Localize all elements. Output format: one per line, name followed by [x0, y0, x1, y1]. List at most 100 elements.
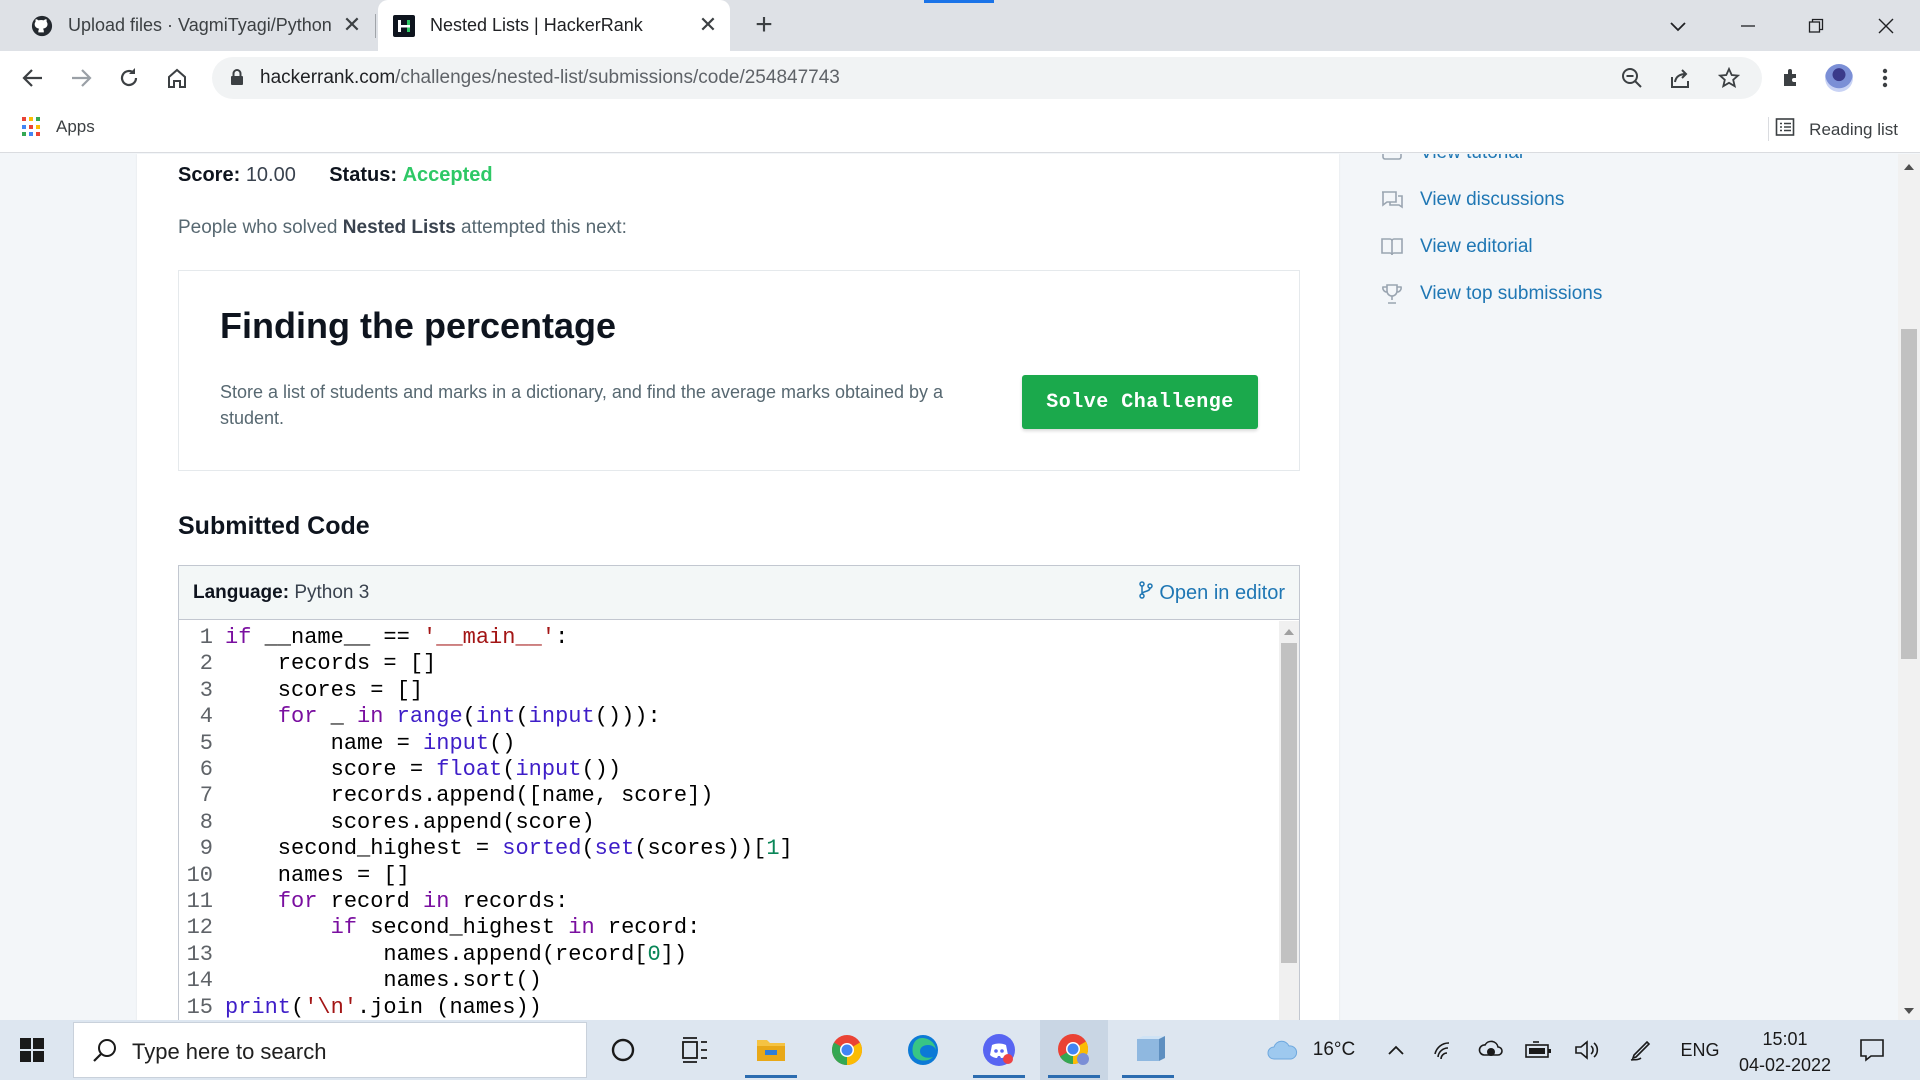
weather-temperature[interactable]: 16°C	[1306, 1020, 1362, 1080]
challenge-title[interactable]: Finding the percentage	[220, 305, 616, 347]
code-text: scores.append(score)	[225, 809, 595, 835]
code-text: name = input()	[225, 730, 516, 756]
taskbar-search-input[interactable]: Type here to search	[73, 1022, 587, 1078]
tab-accent-line	[924, 0, 994, 3]
active-app-indicator	[745, 1075, 797, 1078]
sidebar-link-tutorial[interactable]: View tutorial	[1380, 154, 1523, 168]
code-scrollbar[interactable]	[1279, 621, 1299, 1020]
home-icon[interactable]	[162, 63, 192, 93]
share-icon[interactable]	[1668, 66, 1692, 90]
task-view-icon[interactable]	[661, 1020, 729, 1080]
open-in-editor-link[interactable]: Open in editor	[1139, 581, 1285, 605]
scroll-up-arrow-icon[interactable]	[1284, 629, 1294, 635]
onedrive-icon[interactable]	[1476, 1020, 1506, 1080]
open-in-editor-label: Open in editor	[1159, 581, 1285, 604]
sidebar-link-editorial[interactable]: View editorial	[1380, 232, 1533, 262]
extensions-icon[interactable]	[1776, 63, 1806, 93]
next-challenge-intro: People who solved Nested Lists attempted…	[178, 217, 627, 239]
page-scroll-thumb[interactable]	[1901, 329, 1917, 659]
sidebar-link-label: View tutorial	[1420, 154, 1523, 164]
score-value: 10.00	[245, 164, 296, 186]
sidebar-link-top-submissions[interactable]: View top submissions	[1380, 279, 1602, 309]
notifications-icon[interactable]	[1852, 1020, 1892, 1080]
intro-text: People who solved	[178, 217, 343, 238]
file-explorer-icon[interactable]	[737, 1020, 805, 1080]
score-label: Score:	[178, 164, 241, 186]
line-number: 14	[186, 968, 213, 994]
code-scroll-thumb[interactable]	[1281, 643, 1297, 963]
code-text: for _ in range(int(input())):	[277, 704, 661, 730]
url-path: /challenges/nested-list/submissions/code…	[395, 67, 840, 88]
page-scrollbar[interactable]	[1898, 154, 1920, 1020]
submitted-code-heading: Submitted Code	[178, 512, 370, 540]
close-icon[interactable]: ✕	[340, 12, 364, 37]
wifi-icon[interactable]	[1430, 1020, 1460, 1080]
language-info: Language: Python 3	[193, 582, 369, 604]
edge-icon[interactable]	[889, 1020, 957, 1080]
page-viewport: Score: 10.00 Status: Accepted People who…	[0, 154, 1898, 1020]
trophy-icon	[1380, 283, 1404, 305]
reload-icon[interactable]	[114, 63, 144, 93]
github-icon	[30, 14, 54, 38]
reading-list-button[interactable]: Reading list	[1775, 117, 1898, 142]
line-number: 6	[199, 757, 213, 782]
cortana-icon[interactable]	[589, 1020, 657, 1080]
language-label: Language:	[193, 582, 290, 603]
reading-list-icon	[1775, 117, 1795, 142]
challenge-description: Store a list of students and marks in a …	[220, 382, 944, 428]
scroll-up-arrow-icon[interactable]	[1904, 164, 1914, 170]
close-window-icon[interactable]	[1866, 8, 1906, 44]
solve-challenge-button[interactable]: Solve Challenge	[1022, 375, 1258, 429]
sidebar-link-discussions[interactable]: View discussions	[1380, 185, 1564, 215]
tab-title: Nested Lists | HackerRank	[430, 15, 643, 35]
chevron-up-icon[interactable]	[1382, 1020, 1410, 1080]
next-challenge-card: Finding the percentage Store a list of s…	[178, 270, 1300, 471]
url-host: hackerrank.com	[260, 67, 396, 88]
bookmark-star-icon[interactable]	[1717, 66, 1741, 90]
close-icon[interactable]: ✕	[696, 12, 720, 37]
code-text: if second_highest in record:	[330, 915, 701, 941]
tab-search-chevron-icon[interactable]	[1658, 8, 1698, 44]
code-text: for record in records:	[277, 889, 569, 914]
chrome-profile-icon[interactable]	[1040, 1020, 1108, 1080]
lock-icon[interactable]	[230, 68, 244, 91]
editorial-icon	[1380, 236, 1404, 258]
search-placeholder: Type here to search	[132, 1039, 327, 1064]
weather-cloud-icon[interactable]	[1262, 1020, 1302, 1080]
bookmarks-bar: Apps Reading list	[0, 105, 1920, 153]
scroll-down-arrow-icon[interactable]	[1904, 1008, 1914, 1014]
code-text: if __name__ == '__main__':	[225, 625, 569, 650]
volume-icon[interactable]	[1572, 1020, 1602, 1080]
code-area[interactable]: 1 if __name__ == '__main__': 2 records = […	[179, 621, 1279, 1020]
active-app-indicator	[1122, 1075, 1174, 1078]
tab-hackerrank[interactable]: Nested Lists | HackerRank ✕	[378, 0, 730, 51]
forward-icon[interactable]	[66, 63, 96, 93]
status-label: Status:	[329, 164, 398, 186]
minimize-icon[interactable]	[1728, 8, 1768, 44]
address-bar[interactable]: hackerrank.com/challenges/nested-list/su…	[212, 57, 1762, 99]
profile-avatar[interactable]	[1824, 63, 1854, 93]
input-language[interactable]: ENG	[1672, 1020, 1728, 1080]
apps-grid-icon	[22, 117, 42, 137]
clock[interactable]: 15:01 04-02-2022	[1730, 1026, 1840, 1078]
line-number: 8	[199, 809, 213, 835]
restore-icon[interactable]	[1796, 8, 1836, 44]
menu-kebab-icon[interactable]	[1870, 63, 1900, 93]
line-number: 11	[186, 889, 213, 914]
apps-shortcut[interactable]: Apps	[22, 117, 95, 137]
zoom-icon[interactable]	[1620, 66, 1644, 90]
discord-icon[interactable]	[965, 1020, 1033, 1080]
new-tab-button[interactable]: +	[750, 10, 778, 40]
code-text: records = []	[225, 651, 437, 677]
code-text: names.append(record[0])	[225, 941, 688, 967]
notepad-app-icon[interactable]	[1114, 1020, 1182, 1080]
chrome-icon[interactable]	[813, 1020, 881, 1080]
tutorial-icon	[1380, 154, 1404, 163]
branch-icon	[1139, 581, 1154, 605]
windows-start-icon[interactable]	[20, 1038, 44, 1062]
battery-icon[interactable]	[1524, 1020, 1554, 1080]
tab-github[interactable]: Upload files · VagmiTyagi/Python ✕	[14, 0, 374, 51]
back-icon[interactable]	[18, 63, 48, 93]
pen-icon[interactable]	[1626, 1020, 1656, 1080]
line-number: 10	[186, 862, 213, 888]
